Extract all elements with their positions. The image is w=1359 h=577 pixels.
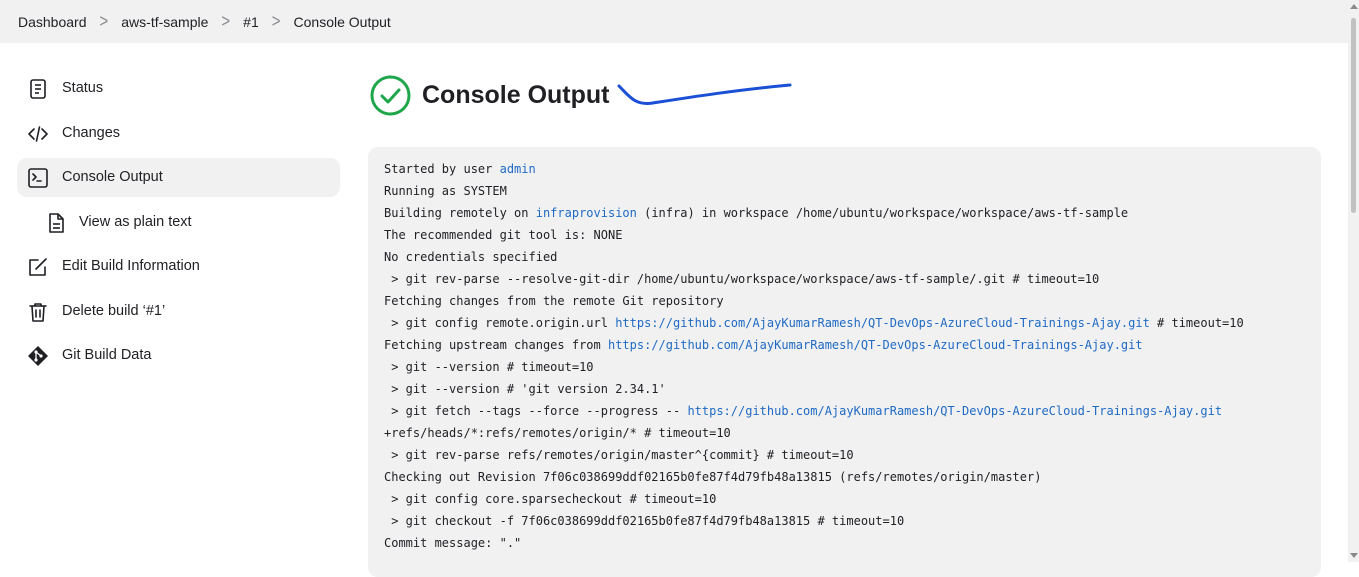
scroll-down-icon[interactable] (1350, 553, 1358, 558)
sidebar-item-label: View as plain text (79, 213, 192, 230)
breadcrumb-current[interactable]: Console Output (294, 14, 391, 30)
console-line: +refs/heads/*:refs/remotes/origin/* # ti… (384, 426, 731, 440)
trash-icon (27, 301, 49, 323)
console-text: Fetching upstream changes from (384, 338, 608, 352)
pen-scribble-annotation (617, 83, 792, 106)
console-line: Running as SYSTEM (384, 184, 507, 198)
console-text: > git fetch --tags --force --progress -- (384, 404, 688, 418)
console-text: > git config remote.origin.url (384, 316, 616, 330)
console-line: Started by user admin (384, 161, 1321, 183)
terminal-icon (27, 167, 49, 189)
sidebar-item-label: Console Output (62, 169, 163, 185)
breadcrumb-separator: > (271, 11, 281, 32)
console-line: Fetching changes from the remote Git rep… (384, 294, 724, 308)
sidebar: Status Changes Console Output View as pl… (17, 69, 340, 381)
console-line: > git config remote.origin.url https://g… (384, 315, 1321, 337)
sidebar-item-console-output[interactable]: Console Output (17, 158, 340, 197)
sidebar-item-git-build-data[interactable]: Git Build Data (17, 336, 340, 375)
agent-link[interactable]: infraprovision (536, 206, 637, 220)
breadcrumb-job[interactable]: aws-tf-sample (121, 14, 208, 30)
sidebar-item-label: Status (62, 80, 104, 96)
console-line: > git rev-parse refs/remotes/origin/mast… (384, 448, 854, 462)
console-line: Checking out Revision 7f06c038699ddf0216… (384, 470, 1042, 484)
console-line: > git rev-parse --resolve-git-dir /home/… (384, 272, 1100, 286)
user-link[interactable]: admin (500, 162, 536, 176)
page-scrollbar[interactable] (1348, 0, 1359, 562)
console-line: > git fetch --tags --force --progress --… (384, 403, 1321, 425)
sidebar-item-delete-build[interactable]: Delete build ‘#1’ (17, 292, 340, 331)
sidebar-item-plain-text[interactable]: View as plain text (17, 203, 340, 242)
breadcrumb-build[interactable]: #1 (243, 14, 259, 30)
repo-link[interactable]: https://github.com/AjayKumarRamesh/QT-De… (608, 338, 1143, 352)
console-output: Started by user admin Running as SYSTEM … (368, 147, 1321, 577)
console-line: > git --version # timeout=10 (384, 360, 594, 374)
console-text: # timeout=10 (1149, 316, 1244, 330)
repo-link[interactable]: https://github.com/AjayKumarRamesh/QT-De… (615, 316, 1150, 330)
console-line: Building remotely on infraprovision (inf… (384, 205, 1321, 227)
scroll-up-icon[interactable] (1350, 4, 1358, 9)
repo-link[interactable]: https://github.com/AjayKumarRamesh/QT-De… (687, 404, 1222, 418)
console-line: > git --version # 'git version 2.34.1' (384, 382, 666, 396)
git-icon (27, 345, 49, 367)
console-text: Started by user (384, 162, 500, 176)
breadcrumb-dashboard[interactable]: Dashboard (18, 14, 87, 30)
sidebar-item-label: Git Build Data (62, 347, 152, 363)
breadcrumb: Dashboard > aws-tf-sample > #1 > Console… (0, 0, 1348, 43)
console-line: No credentials specified (384, 250, 558, 264)
document-icon (27, 78, 49, 100)
sidebar-item-status[interactable]: Status (17, 69, 340, 108)
sidebar-item-label: Delete build ‘#1’ (62, 302, 166, 319)
edit-icon (27, 256, 49, 278)
console-line: > git config core.sparsecheckout # timeo… (384, 492, 717, 506)
console-line: Commit message: "." (384, 536, 522, 550)
console-text: (infra) in workspace /home/ubuntu/worksp… (636, 206, 1129, 220)
console-line: The recommended git tool is: NONE (384, 228, 623, 242)
code-icon (27, 123, 49, 145)
page-title: Console Output (422, 81, 610, 109)
file-text-icon (45, 212, 67, 234)
console-line: > git checkout -f 7f06c038699ddf02165b0f… (384, 514, 905, 528)
sidebar-item-label: Edit Build Information (62, 258, 200, 274)
sidebar-item-edit-build[interactable]: Edit Build Information (17, 247, 340, 286)
breadcrumb-separator: > (99, 11, 109, 32)
sidebar-item-changes[interactable]: Changes (17, 114, 340, 153)
scroll-thumb[interactable] (1351, 18, 1356, 213)
console-line: Fetching upstream changes from https://g… (384, 337, 1321, 359)
sidebar-item-label: Changes (62, 124, 121, 141)
breadcrumb-separator: > (221, 11, 231, 32)
console-text: Building remotely on (384, 206, 536, 220)
success-check-icon (370, 75, 411, 116)
